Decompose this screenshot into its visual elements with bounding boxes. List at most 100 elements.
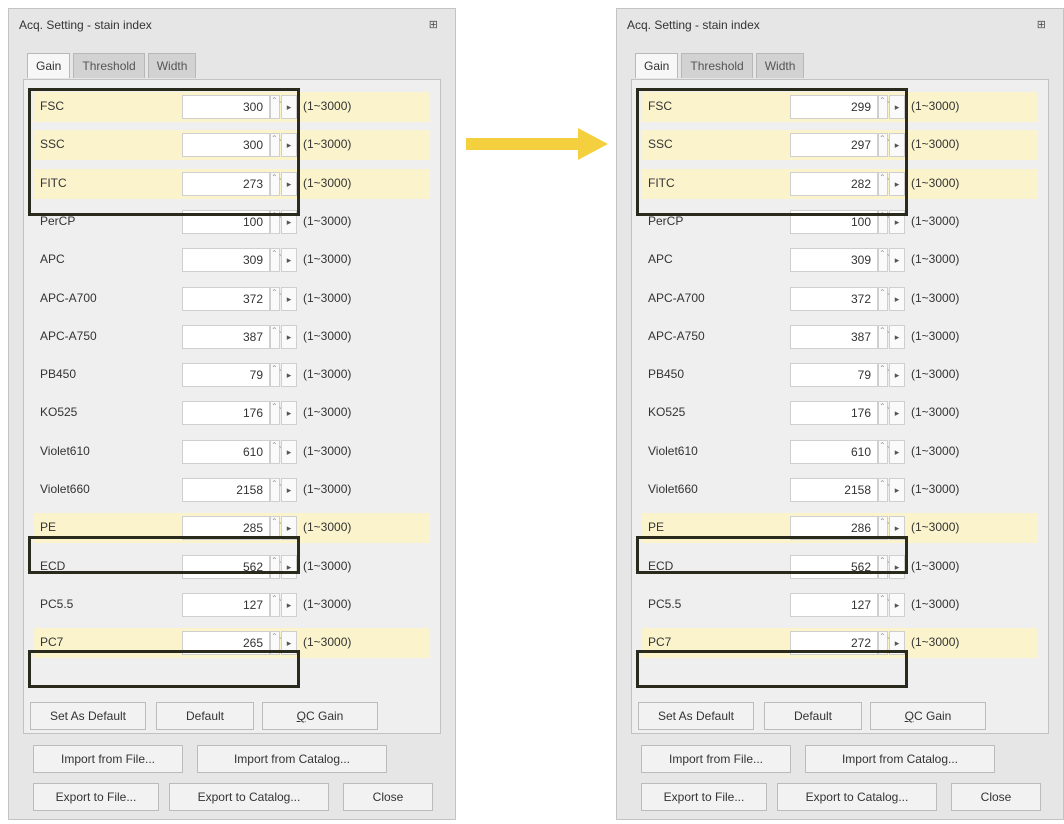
export-to-file-button[interactable]: Export to File...: [641, 783, 767, 811]
gain-value-field[interactable]: 372: [790, 286, 878, 311]
spin-up-down-icon[interactable]: ⌃⌄: [878, 324, 892, 349]
gain-value-field[interactable]: 372: [182, 286, 270, 311]
export-to-catalog-button[interactable]: Export to Catalog...: [169, 783, 329, 811]
tab-gain[interactable]: Gain: [27, 53, 71, 78]
spin-up-down-icon[interactable]: ⌃⌄: [878, 554, 892, 579]
step-arrow-icon[interactable]: ▸: [889, 95, 905, 119]
spin-up-down-icon[interactable]: ⌃⌄: [878, 592, 892, 617]
pin-icon[interactable]: ⊞: [429, 18, 438, 31]
gain-value-field[interactable]: 610: [790, 439, 878, 464]
spin-up-down-icon[interactable]: ⌃⌄: [878, 209, 892, 234]
spin-up-down-icon[interactable]: ⌃⌄: [878, 133, 892, 158]
gain-value-field[interactable]: 265: [182, 631, 270, 656]
export-to-file-button[interactable]: Export to File...: [33, 783, 159, 811]
gain-value-field[interactable]: 272: [790, 631, 878, 656]
spin-up-down-icon[interactable]: ⌃⌄: [270, 171, 284, 196]
gain-value-field[interactable]: 309: [182, 248, 270, 273]
spin-up-down-icon[interactable]: ⌃⌄: [270, 631, 284, 656]
spin-up-down-icon[interactable]: ⌃⌄: [878, 401, 892, 426]
step-arrow-icon[interactable]: ▸: [281, 171, 297, 196]
tab-threshold[interactable]: Threshold: [73, 53, 145, 78]
spin-up-down-icon[interactable]: ⌃⌄: [878, 439, 892, 464]
spin-up-down-icon[interactable]: ⌃⌄: [270, 554, 284, 579]
spin-up-down-icon[interactable]: ⌃⌄: [878, 631, 892, 656]
step-arrow-icon[interactable]: ▸: [281, 95, 297, 119]
step-arrow-icon[interactable]: ▸: [889, 554, 905, 579]
spin-up-down-icon[interactable]: ⌃⌄: [878, 248, 892, 273]
step-arrow-icon[interactable]: ▸: [889, 248, 905, 273]
spin-up-down-icon[interactable]: ⌃⌄: [878, 516, 892, 541]
gain-value-field[interactable]: 100: [182, 209, 270, 234]
step-arrow-icon[interactable]: ▸: [281, 554, 297, 579]
step-arrow-icon[interactable]: ▸: [281, 209, 297, 234]
step-arrow-icon[interactable]: ▸: [281, 401, 297, 426]
step-arrow-icon[interactable]: ▸: [889, 171, 905, 196]
spin-up-down-icon[interactable]: ⌃⌄: [270, 478, 284, 502]
spin-up-down-icon[interactable]: ⌃⌄: [270, 209, 284, 234]
gain-value-field[interactable]: 2158: [790, 478, 878, 502]
step-arrow-icon[interactable]: ▸: [889, 439, 905, 464]
gain-value-field[interactable]: 286: [790, 516, 878, 541]
gain-value-field[interactable]: 299: [790, 95, 878, 119]
spin-up-down-icon[interactable]: ⌃⌄: [270, 95, 284, 119]
step-arrow-icon[interactable]: ▸: [281, 248, 297, 273]
tab-width[interactable]: Width: [755, 53, 805, 78]
gain-value-field[interactable]: 282: [790, 171, 878, 196]
spin-up-down-icon[interactable]: ⌃⌄: [270, 516, 284, 541]
close-button[interactable]: Close: [343, 783, 433, 811]
gain-value-field[interactable]: 309: [790, 248, 878, 273]
gain-value-field[interactable]: 610: [182, 439, 270, 464]
import-from-catalog-button[interactable]: Import from Catalog...: [197, 745, 387, 773]
gain-value-field[interactable]: 79: [790, 363, 878, 388]
gain-value-field[interactable]: 127: [790, 592, 878, 617]
spin-up-down-icon[interactable]: ⌃⌄: [270, 133, 284, 158]
pin-icon[interactable]: ⊞: [1037, 18, 1046, 31]
import-from-file-button[interactable]: Import from File...: [641, 745, 791, 773]
gain-value-field[interactable]: 300: [182, 133, 270, 158]
step-arrow-icon[interactable]: ▸: [889, 209, 905, 234]
gain-value-field[interactable]: 285: [182, 516, 270, 541]
step-arrow-icon[interactable]: ▸: [889, 516, 905, 541]
tab-gain[interactable]: Gain: [635, 53, 679, 78]
gain-value-field[interactable]: 176: [790, 401, 878, 426]
tab-threshold[interactable]: Threshold: [681, 53, 753, 78]
default-button[interactable]: Default: [156, 702, 254, 730]
gain-value-field[interactable]: 562: [182, 554, 270, 579]
spin-up-down-icon[interactable]: ⌃⌄: [270, 401, 284, 426]
spin-up-down-icon[interactable]: ⌃⌄: [878, 286, 892, 311]
step-arrow-icon[interactable]: ▸: [889, 324, 905, 349]
import-from-catalog-button[interactable]: Import from Catalog...: [805, 745, 995, 773]
export-to-catalog-button[interactable]: Export to Catalog...: [777, 783, 937, 811]
gain-value-field[interactable]: 127: [182, 592, 270, 617]
qc-gain-button[interactable]: QC Gain: [262, 702, 378, 730]
step-arrow-icon[interactable]: ▸: [281, 592, 297, 617]
step-arrow-icon[interactable]: ▸: [281, 286, 297, 311]
spin-up-down-icon[interactable]: ⌃⌄: [270, 286, 284, 311]
gain-value-field[interactable]: 562: [790, 554, 878, 579]
import-from-file-button[interactable]: Import from File...: [33, 745, 183, 773]
step-arrow-icon[interactable]: ▸: [889, 363, 905, 388]
step-arrow-icon[interactable]: ▸: [281, 439, 297, 464]
gain-value-field[interactable]: 2158: [182, 478, 270, 502]
spin-up-down-icon[interactable]: ⌃⌄: [878, 363, 892, 388]
step-arrow-icon[interactable]: ▸: [281, 363, 297, 388]
step-arrow-icon[interactable]: ▸: [889, 631, 905, 656]
spin-up-down-icon[interactable]: ⌃⌄: [878, 95, 892, 119]
step-arrow-icon[interactable]: ▸: [281, 631, 297, 656]
step-arrow-icon[interactable]: ▸: [889, 401, 905, 426]
gain-value-field[interactable]: 176: [182, 401, 270, 426]
step-arrow-icon[interactable]: ▸: [889, 478, 905, 502]
close-button[interactable]: Close: [951, 783, 1041, 811]
gain-value-field[interactable]: 273: [182, 171, 270, 196]
set-as-default-button[interactable]: Set As Default: [638, 702, 754, 730]
spin-up-down-icon[interactable]: ⌃⌄: [878, 171, 892, 196]
qc-gain-button[interactable]: QC Gain: [870, 702, 986, 730]
gain-value-field[interactable]: 387: [182, 324, 270, 349]
gain-value-field[interactable]: 100: [790, 209, 878, 234]
gain-value-field[interactable]: 297: [790, 133, 878, 158]
spin-up-down-icon[interactable]: ⌃⌄: [270, 248, 284, 273]
gain-value-field[interactable]: 79: [182, 363, 270, 388]
step-arrow-icon[interactable]: ▸: [281, 324, 297, 349]
tab-width[interactable]: Width: [147, 53, 197, 78]
spin-up-down-icon[interactable]: ⌃⌄: [878, 478, 892, 502]
